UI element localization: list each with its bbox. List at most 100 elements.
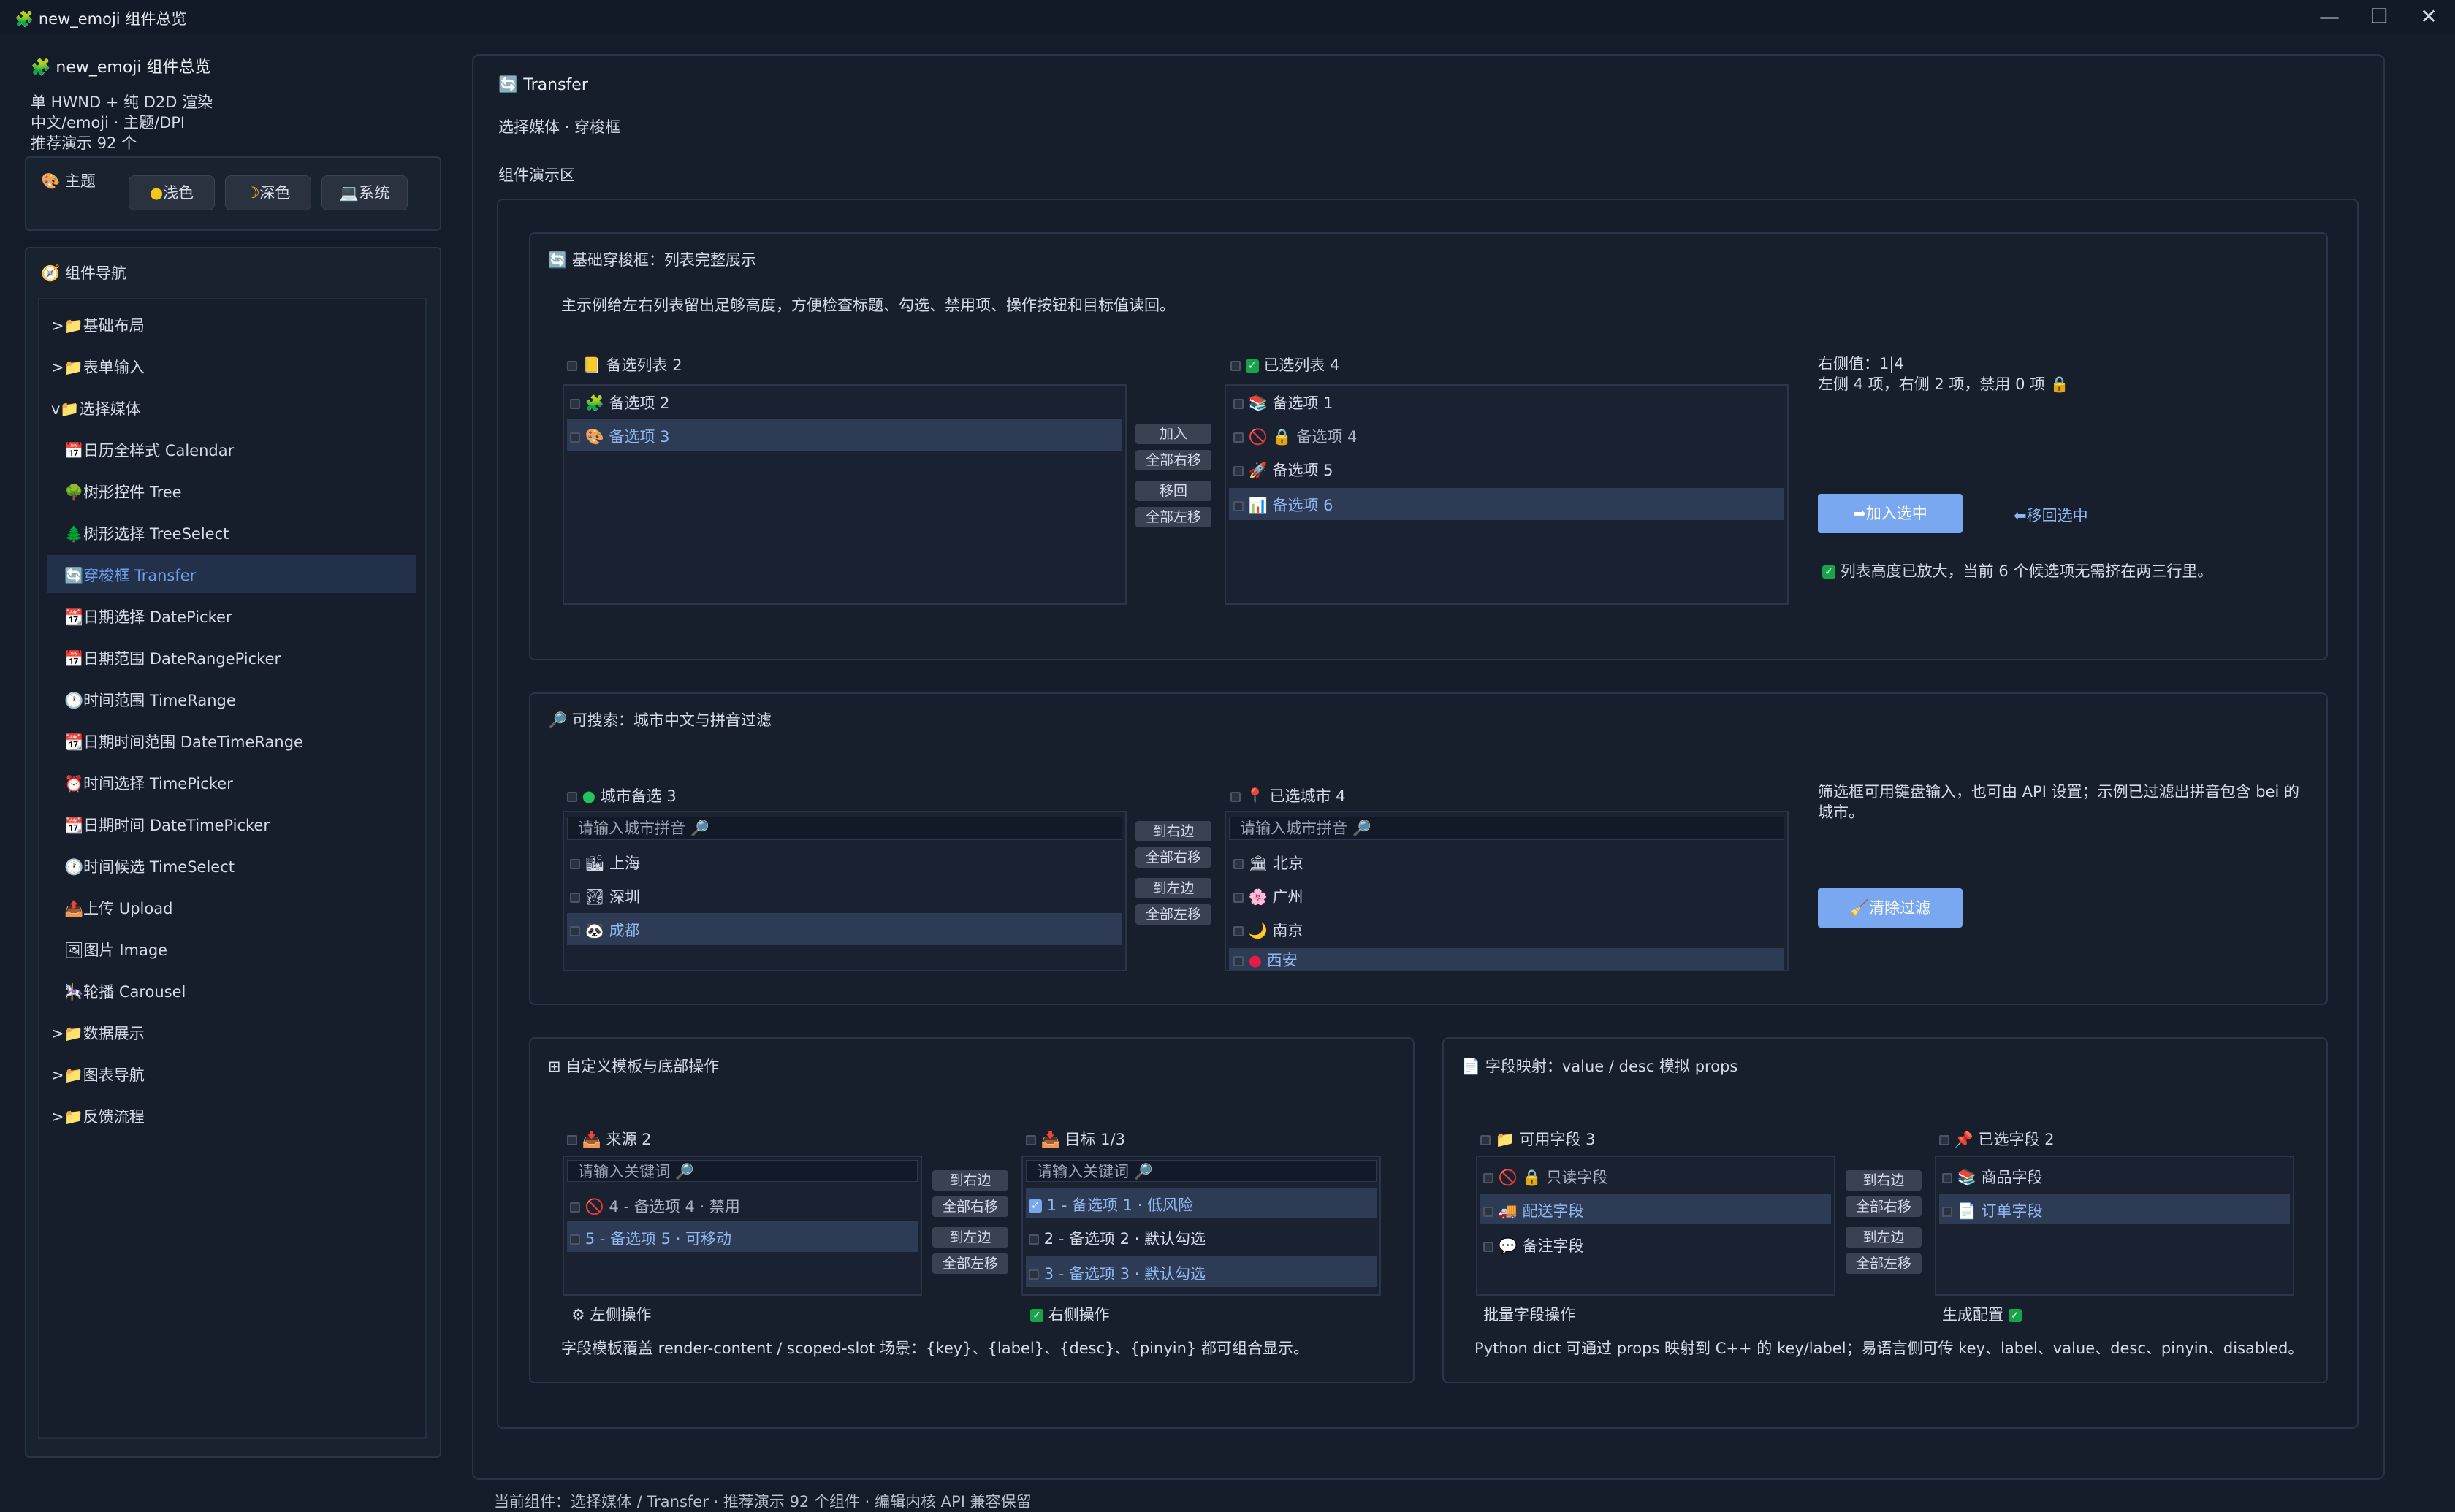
minimize-button[interactable]: — [2309,3,2350,31]
nav-group[interactable]: >📁基础布局 [51,314,145,336]
batch-fields-footer[interactable]: 批量字段操作 [1483,1303,1575,1325]
item-checkbox[interactable] [570,432,580,443]
nav-group[interactable]: >📁数据展示 [51,1022,145,1044]
item-checkbox[interactable] [570,1234,580,1245]
select-all-checkbox[interactable] [1230,792,1241,802]
nav-item[interactable]: 🕐时间范围 TimeRange [64,689,236,711]
city-item[interactable]: 🏙 上海 [570,852,640,874]
city-item[interactable]: 🌙 南京 [1233,919,1303,941]
all-right-button[interactable]: 全部右移 [932,1196,1008,1217]
clear-filter-button[interactable]: 🧹清除过滤 [1818,888,1963,928]
item-checkbox[interactable] [1029,1269,1039,1280]
select-all-checkbox[interactable] [567,361,577,371]
city-item-selected[interactable]: 🐼 成都 [570,919,640,941]
item-checkbox[interactable] [1233,893,1244,903]
city-item-selected[interactable]: ● 西安 [1233,952,1298,969]
item-checkbox[interactable] [1483,1207,1493,1217]
select-all-checkbox[interactable] [1939,1135,1949,1145]
item-checkbox[interactable] [1029,1234,1039,1245]
select-all-checkbox[interactable] [1480,1135,1491,1145]
close-button[interactable]: ✕ [2408,3,2449,31]
item-checkbox[interactable] [1483,1242,1493,1252]
move-right-button[interactable]: 加入 [1135,424,1211,444]
nav-item[interactable]: 📤上传 Upload [64,897,172,919]
source-item-selected[interactable]: 5 - 备选项 5 · 可移动 [570,1227,731,1249]
target-item[interactable]: 2 - 备选项 2 · 默认勾选 [1029,1227,1206,1249]
to-right-button[interactable]: 到右边 [1135,821,1211,841]
list-item[interactable]: 🚀 备选项 5 [1233,459,1333,481]
item-checkbox[interactable] [570,859,580,869]
move-left-button[interactable]: 移回 [1135,481,1211,501]
move-all-left-button[interactable]: 全部左移 [1135,507,1211,527]
city-left-search-input[interactable]: 请输入城市拼音 🔎 [567,817,1122,840]
item-checkbox[interactable] [1942,1207,1952,1217]
generate-config-footer[interactable]: 生成配置 ✓ [1942,1303,2022,1325]
all-left-button[interactable]: 全部左移 [1135,904,1211,925]
nav-item[interactable]: ⏰时间选择 TimePicker [64,772,233,794]
nav-item[interactable]: 📆日期时间范围 DateTimeRange [64,730,303,752]
all-left-button[interactable]: 全部左移 [932,1253,1008,1274]
field-item[interactable]: 📚 商品字段 [1942,1166,2043,1188]
select-all-checkbox[interactable] [567,1135,577,1145]
maximize-button[interactable]: ☐ [2359,3,2399,31]
to-left-button[interactable]: 到左边 [932,1227,1008,1248]
nav-group[interactable]: >📁图表导航 [51,1064,145,1085]
nav-item[interactable]: 📅日历全样式 Calendar [64,439,234,461]
city-item[interactable]: 🏛 北京 [1233,852,1303,874]
city-item[interactable]: 🏞 深圳 [570,885,640,907]
right-footer[interactable]: ✓ 右侧操作 [1030,1303,1110,1325]
select-all-checkbox[interactable] [567,792,577,802]
to-right-button[interactable]: 到右边 [932,1170,1008,1191]
target-search-input[interactable]: 请输入关键词 🔎 [1026,1160,1377,1182]
nav-item[interactable]: 📆日期选择 DatePicker [64,606,232,627]
source-search-input[interactable]: 请输入关键词 🔎 [567,1160,918,1182]
to-left-button[interactable]: 到左边 [1846,1227,1922,1248]
nav-item[interactable]: 📆日期时间 DateTimePicker [64,814,270,836]
city-item[interactable]: 🌸 广州 [1233,885,1303,907]
nav-item[interactable]: 🖼图片 Image [64,939,167,961]
left-footer[interactable]: ⚙ 左侧操作 [571,1303,652,1325]
item-checkbox[interactable] [1942,1173,1952,1183]
move-back-button[interactable]: ⬅移回选中 [2014,504,2088,526]
nav-group[interactable]: v📁选择媒体 [51,397,141,419]
item-checkbox[interactable] [1233,859,1244,869]
move-all-right-button[interactable]: 全部右移 [1135,450,1211,470]
field-item-selected[interactable]: 🚚 配送字段 [1483,1199,1584,1221]
theme-dark-button[interactable]: ☽深色 [225,175,311,210]
theme-system-button[interactable]: 💻系统 [321,175,408,210]
field-item[interactable]: 💬 备注字段 [1483,1234,1584,1256]
list-item[interactable]: 📚 备选项 1 [1233,392,1333,413]
item-checkbox[interactable] [570,926,580,936]
item-checkbox[interactable] [1233,399,1244,409]
add-selected-button[interactable]: ➡加入选中 [1818,494,1963,533]
to-left-button[interactable]: 到左边 [1135,878,1211,898]
nav-item[interactable]: 🎠轮播 Carousel [64,980,186,1002]
city-right-search-input[interactable]: 请输入城市拼音 🔎 [1229,817,1784,840]
nav-item[interactable]: 🌳树形控件 Tree [64,481,182,503]
item-checkbox[interactable] [1233,956,1244,966]
to-right-button[interactable]: 到右边 [1846,1170,1922,1191]
all-right-button[interactable]: 全部右移 [1846,1196,1922,1217]
all-left-button[interactable]: 全部左移 [1846,1253,1922,1274]
select-all-checkbox[interactable] [1026,1135,1036,1145]
nav-group[interactable]: >📁反馈流程 [51,1105,145,1127]
theme-light-button[interactable]: ●浅色 [129,175,215,210]
item-checkbox[interactable] [1233,466,1244,476]
target-item-selected[interactable]: ✓ 1 - 备选项 1 · 低风险 [1029,1194,1193,1215]
item-checkbox-checked[interactable]: ✓ [1029,1199,1042,1213]
list-item-selected[interactable]: 🎨 备选项 3 [570,425,670,447]
select-all-checkbox[interactable] [1230,361,1241,371]
list-item[interactable]: 🧩 备选项 2 [570,392,670,413]
field-item-selected[interactable]: 📄 订单字段 [1942,1199,2043,1221]
item-checkbox[interactable] [570,893,580,903]
target-item-selected[interactable]: 3 - 备选项 3 · 默认勾选 [1029,1262,1206,1284]
item-checkbox[interactable] [1233,501,1244,511]
nav-group[interactable]: >📁表单输入 [51,356,145,378]
all-right-button[interactable]: 全部右移 [1135,847,1211,868]
item-checkbox[interactable] [1233,926,1244,936]
item-checkbox[interactable] [570,399,580,409]
nav-item[interactable]: 🔄穿梭框 Transfer [64,564,196,586]
list-item-selected[interactable]: 📊 备选项 6 [1233,494,1333,516]
nav-item[interactable]: 🕐时间候选 TimeSelect [64,855,235,877]
nav-item[interactable]: 🌲树形选择 TreeSelect [64,522,229,544]
